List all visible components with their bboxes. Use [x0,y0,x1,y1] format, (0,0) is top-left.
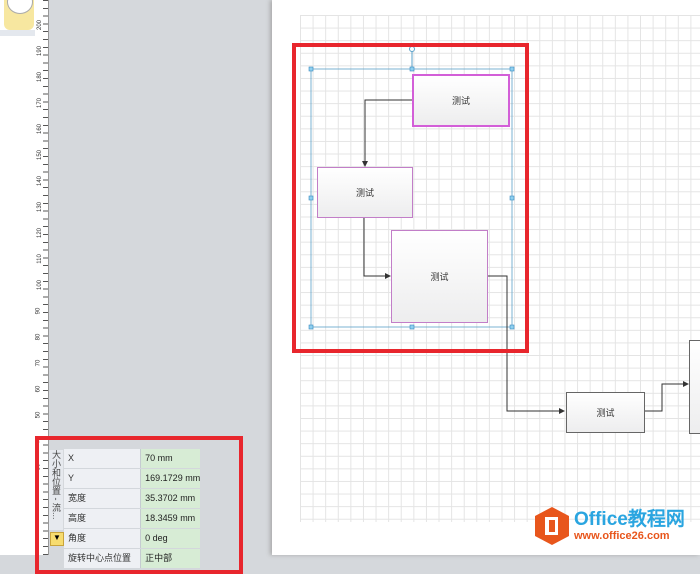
office-logo-icon [535,507,569,545]
property-row[interactable]: Y 169.1729 mm [64,469,200,489]
watermark-logo: Office教程网 www.office26.com [534,506,685,546]
property-name: Y [64,469,141,488]
property-name: 宽度 [64,489,141,508]
pin-icon[interactable]: ▼ [50,532,64,546]
shape-1[interactable]: 测试 [412,74,510,127]
shape-3[interactable]: 测试 [391,230,488,323]
property-value[interactable]: 正中部 [140,549,200,568]
property-value[interactable]: 35.3702 mm [140,489,200,508]
shape-4[interactable]: 测试 [566,392,645,433]
property-name: 角度 [64,529,141,548]
watermark-brand: Office教程网 [574,509,685,530]
watermark-url: www.office26.com [574,530,670,542]
properties-table: X 70 mm Y 169.1729 mm 宽度 35.3702 mm 高度 18.3459 … [64,449,200,569]
property-row[interactable]: 旋转中心点位置 正中部 [64,549,200,569]
property-row[interactable]: X 70 mm [64,449,200,469]
property-name: 高度 [64,509,141,528]
property-row[interactable]: 宽度 35.3702 mm [64,489,200,509]
property-value[interactable]: 70 mm [140,449,200,468]
property-value[interactable]: 0 deg [140,529,200,548]
shape-5-partial[interactable] [689,340,700,434]
property-name: 旋转中心点位置 [64,549,141,568]
shape-2[interactable]: 测试 [317,167,413,218]
properties-panel-title[interactable]: 大小和位置 - 流... [49,450,63,530]
property-value[interactable]: 169.1729 mm [140,469,200,488]
property-row[interactable]: 角度 0 deg [64,529,200,549]
property-name: X [64,449,141,468]
property-row[interactable]: 高度 18.3459 mm [64,509,200,529]
property-value[interactable]: 18.3459 mm [140,509,200,528]
